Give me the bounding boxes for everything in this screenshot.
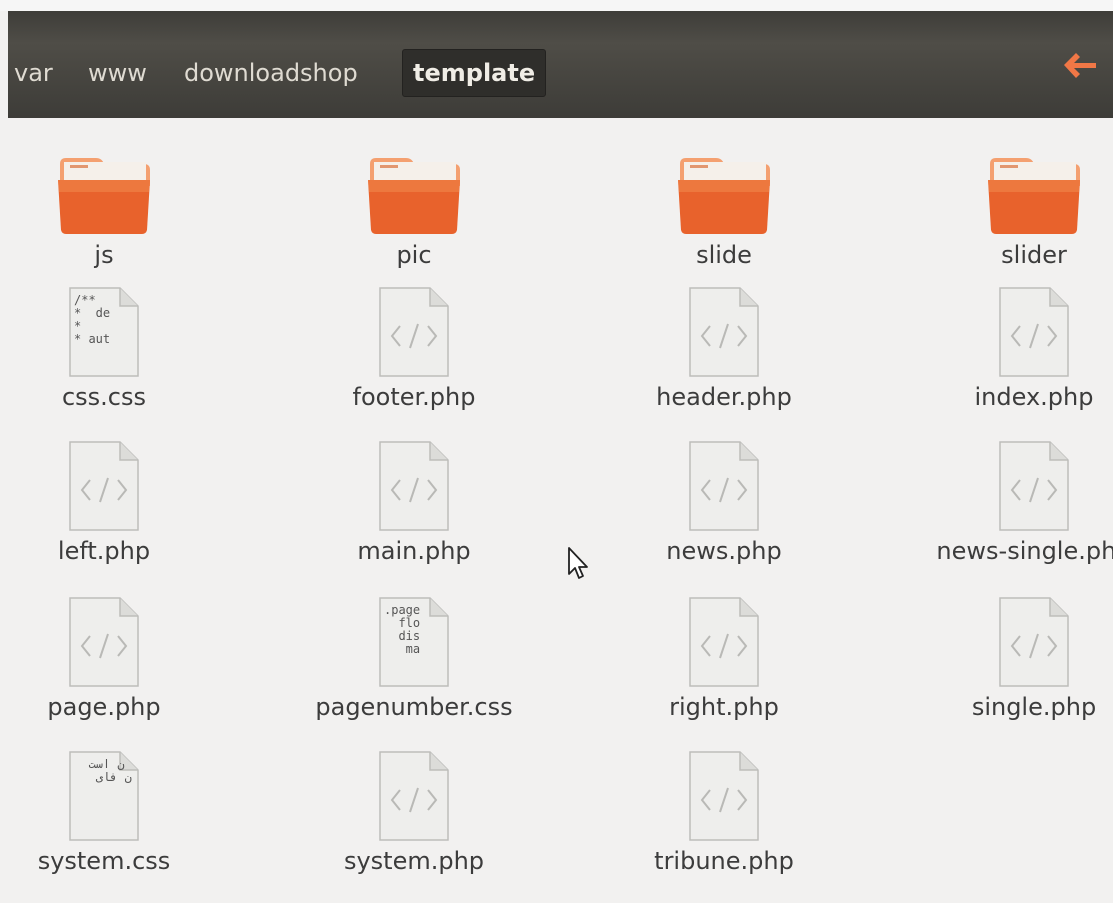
file-name-label: header.php [656, 383, 792, 411]
file-item[interactable]: tribune.php [614, 750, 834, 876]
file-item[interactable]: system.php [304, 750, 524, 876]
file-name-label: tribune.php [654, 847, 794, 875]
file-item[interactable]: news-single.php [924, 440, 1113, 566]
file-item[interactable]: right.php [614, 596, 834, 722]
file-name-label: index.php [974, 383, 1094, 411]
file-item[interactable]: /** * de * * aut css.css [0, 286, 214, 412]
folder-icon [304, 146, 524, 236]
code-file-icon [688, 750, 760, 842]
code-file-icon [688, 440, 760, 532]
file-name-label: footer.php [352, 383, 476, 411]
file-item[interactable]: left.php [0, 440, 214, 566]
file-name-label: js [94, 241, 114, 269]
file-item[interactable]: pic [304, 146, 524, 270]
code-file-icon [688, 286, 760, 378]
text-file-icon: /** * de * * aut [68, 286, 140, 378]
file-item[interactable]: ن است ن فای system.css [0, 750, 214, 876]
file-item[interactable]: page.php [0, 596, 214, 722]
file-name-label: news.php [666, 537, 782, 565]
file-preview-text: /** * de * * aut [74, 294, 111, 346]
file-name-label: main.php [357, 537, 471, 565]
code-file-icon [378, 286, 450, 378]
code-file-icon [998, 286, 1070, 378]
folder-icon [614, 146, 834, 236]
file-name-label: slider [1001, 241, 1067, 269]
file-preview-text: .page flo dis ma [384, 604, 421, 656]
back-arrow-icon [1064, 53, 1096, 78]
code-file-icon [998, 440, 1070, 532]
file-name-label: single.php [971, 693, 1097, 721]
file-name-label: pic [396, 241, 432, 269]
crumb-var[interactable]: var [10, 50, 57, 96]
back-button[interactable] [1058, 42, 1102, 88]
file-item[interactable]: slide [614, 146, 834, 270]
file-name-label: css.css [61, 383, 147, 411]
file-name-label: system.php [343, 847, 485, 875]
code-file-icon [998, 596, 1070, 688]
mouse-pointer-icon [568, 547, 588, 579]
code-file-icon [68, 440, 140, 532]
crumb-template[interactable]: template [402, 49, 547, 97]
file-name-label: right.php [669, 693, 779, 721]
file-name-label: news-single.php [936, 537, 1113, 565]
file-item[interactable]: index.php [924, 286, 1113, 412]
code-file-icon [378, 440, 450, 532]
file-name-label: pagenumber.css [315, 693, 513, 721]
code-file-icon [68, 596, 140, 688]
crumb-downloadshop[interactable]: downloadshop [180, 50, 362, 96]
file-item[interactable]: js [0, 146, 214, 270]
file-name-label: left.php [57, 537, 151, 565]
file-item[interactable]: main.php [304, 440, 524, 566]
folder-icon [924, 146, 1113, 236]
file-item[interactable]: slider [924, 146, 1113, 270]
file-item[interactable]: header.php [614, 286, 834, 412]
file-item[interactable]: news.php [614, 440, 834, 566]
text-file-icon: .page flo dis ma [378, 596, 450, 688]
code-file-icon [378, 750, 450, 842]
text-file-icon: ن است ن فای [68, 750, 140, 842]
file-preview-text: ن است ن فای [88, 758, 132, 784]
code-file-icon [688, 596, 760, 688]
window-top-edge [0, 0, 1113, 11]
file-name-label: page.php [47, 693, 161, 721]
crumb-www[interactable]: www [84, 50, 151, 96]
file-item[interactable]: single.php [924, 596, 1113, 722]
file-item[interactable]: footer.php [304, 286, 524, 412]
file-item[interactable]: .page flo dis ma pagenumber.css [304, 596, 524, 722]
path-bar: var www downloadshop template [8, 11, 1113, 119]
file-name-label: slide [696, 241, 752, 269]
file-grid: js pic slide slider /** * de * * aut css.css f… [8, 118, 1113, 903]
folder-icon [0, 146, 214, 236]
file-name-label: system.css [37, 847, 171, 875]
